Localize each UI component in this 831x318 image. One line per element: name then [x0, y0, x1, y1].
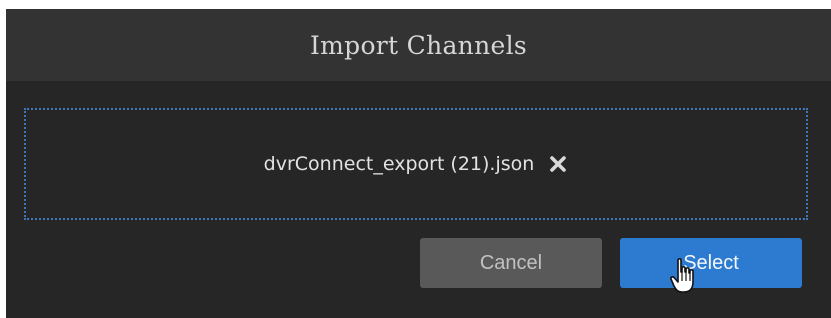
dialog-header: Import Channels — [6, 9, 831, 81]
file-name: dvrConnect_export (21).json — [263, 153, 535, 175]
dialog-title: Import Channels — [309, 30, 528, 60]
cancel-button[interactable]: Cancel — [420, 238, 602, 288]
file-dropzone[interactable]: dvrConnect_export (21).json — [24, 108, 808, 220]
select-button[interactable]: Select — [620, 238, 802, 288]
selected-file: dvrConnect_export (21).json — [264, 153, 569, 175]
close-x-icon[interactable] — [548, 154, 568, 174]
